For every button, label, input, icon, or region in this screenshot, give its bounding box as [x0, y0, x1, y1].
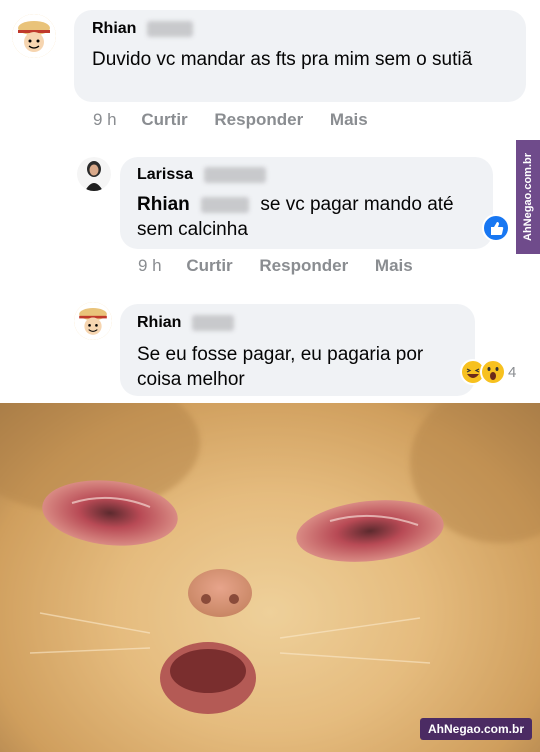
comment-text: Rhian se vc pagar mando até sem calcinha [137, 194, 454, 240]
reply-button[interactable]: Responder [259, 256, 348, 275]
luffy-avatar-icon [74, 302, 112, 340]
like-reaction-icon[interactable] [482, 214, 510, 242]
comment-time: 9 h [93, 110, 117, 129]
profile-photo-icon [77, 157, 111, 191]
mention[interactable]: Rhian [137, 194, 190, 215]
comment-actions: 9 h Curtir Responder Mais [138, 256, 435, 276]
avatar[interactable] [12, 14, 56, 58]
watermark-bottom: AhNegao.com.br [419, 718, 532, 740]
wow-icon [480, 359, 506, 385]
comment-text: Duvido vc mandar as fts pra mim sem o su… [92, 49, 473, 70]
cat-meme-image [0, 403, 540, 752]
reaction-count: 4 [508, 363, 517, 381]
more-button[interactable]: Mais [330, 110, 368, 129]
comment-text: Se eu fosse pagar, eu pagaria por coisa … [137, 344, 424, 390]
crying-cat-icon [0, 403, 540, 752]
thumbs-up-icon [491, 222, 504, 235]
comment-author[interactable]: Larissa [137, 166, 266, 184]
comment-actions: 9 h Curtir Responder Mais [93, 110, 390, 130]
comment-author[interactable]: Rhian [137, 314, 234, 332]
like-button[interactable]: Curtir [186, 256, 232, 275]
reply-button[interactable]: Responder [214, 110, 303, 129]
watermark-side: AhNegao.com.br [516, 140, 540, 254]
like-button[interactable]: Curtir [141, 110, 187, 129]
more-button[interactable]: Mais [375, 256, 413, 275]
avatar[interactable] [77, 157, 111, 191]
luffy-avatar-icon [12, 14, 56, 58]
avatar[interactable] [74, 302, 112, 340]
reaction-summary[interactable]: 4 [460, 358, 516, 386]
comment-time: 9 h [138, 256, 162, 275]
comment-author[interactable]: Rhian [92, 20, 193, 38]
